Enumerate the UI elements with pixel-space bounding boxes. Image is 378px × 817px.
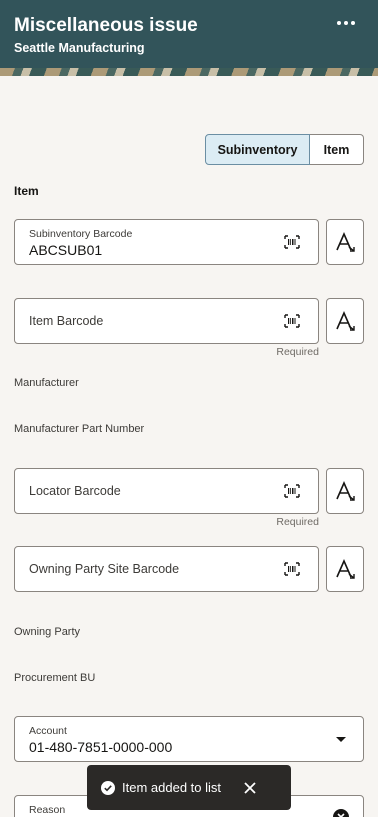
owning-party-site-text-entry-button[interactable] [326,546,364,592]
locator-barcode-placeholder: Locator Barcode [29,484,121,498]
barcode-scan-icon[interactable] [284,314,300,328]
owning-party-site-barcode-placeholder: Owning Party Site Barcode [29,562,180,576]
toast-message: Item added to list [122,780,221,795]
reason-label: Reason [29,804,66,816]
check-circle-icon [101,780,115,795]
scan-mode-toggle: Subinventory Item [205,134,364,165]
text-entry-icon [336,481,355,501]
barcode-scan-icon[interactable] [284,484,300,498]
header-decorative-pattern [0,68,378,76]
toggle-item[interactable]: Item [310,134,364,165]
subinventory-barcode-label: Subinventory Barcode [29,228,133,240]
clear-icon[interactable] [333,809,349,817]
close-icon[interactable] [243,781,257,795]
text-entry-icon [336,232,355,252]
item-text-entry-button[interactable] [326,298,364,344]
owning-party-site-barcode-field[interactable]: Owning Party Site Barcode [14,546,319,592]
manufacturer-label: Manufacturer [14,377,79,389]
app-header: Miscellaneous issue Seattle Manufacturin… [0,0,378,76]
more-options-icon[interactable] [334,14,358,32]
account-select[interactable]: Account 01-480-7851-0000-000 [14,716,364,762]
item-barcode-field[interactable]: Item Barcode [14,298,319,344]
owning-party-label: Owning Party [14,626,81,638]
text-entry-icon [336,311,355,331]
locator-text-entry-button[interactable] [326,468,364,514]
page-title: Miscellaneous issue [14,15,198,36]
subinventory-barcode-field[interactable]: Subinventory Barcode ABCSUB01 [14,219,319,265]
subinventory-text-entry-button[interactable] [326,219,364,265]
item-section-heading: Item [14,184,39,198]
account-label: Account [29,725,67,737]
organization-subtitle: Seattle Manufacturing [14,41,145,55]
procurement-bu-label: Procurement BU [14,672,96,684]
locator-barcode-required-hint: Required [276,516,319,528]
chevron-down-icon[interactable] [336,737,346,742]
manufacturer-part-number-label: Manufacturer Part Number [14,423,145,435]
item-barcode-required-hint: Required [276,346,319,358]
locator-barcode-field[interactable]: Locator Barcode [14,468,319,514]
barcode-scan-icon[interactable] [284,235,300,249]
item-barcode-placeholder: Item Barcode [29,314,104,328]
barcode-scan-icon[interactable] [284,562,300,576]
text-entry-icon [336,559,355,579]
toast-notification: Item added to list [87,765,291,810]
subinventory-barcode-value: ABCSUB01 [29,242,103,258]
toggle-subinventory[interactable]: Subinventory [205,134,310,165]
account-value: 01-480-7851-0000-000 [29,739,173,755]
